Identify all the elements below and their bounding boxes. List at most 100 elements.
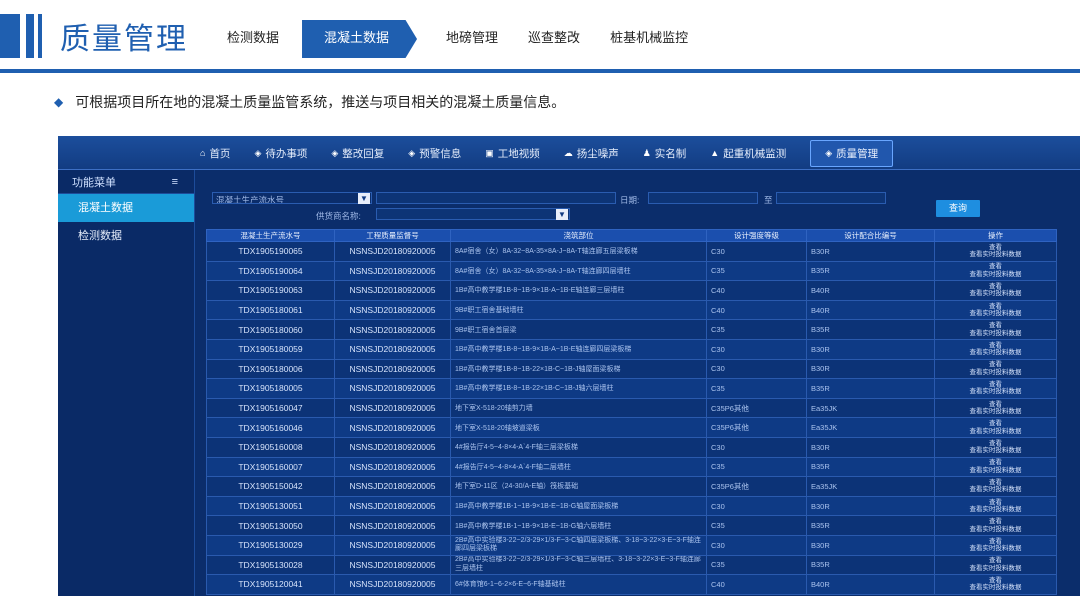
- table-row: TDX1905180061 NSNSJD20180920005 9B#职工宿舍基础墙…: [206, 299, 1057, 321]
- serial-number-cell: TDX1905130029: [206, 534, 335, 556]
- people-icon: ♟: [642, 147, 651, 158]
- operation-cell: 查看 查看实时投料数据: [934, 574, 1057, 595]
- supplier-select[interactable]: [376, 208, 570, 220]
- view-realtime-feed-link[interactable]: 查看实时投料数据: [939, 545, 1052, 553]
- strength-grade-cell: C30: [706, 358, 807, 380]
- nav-rectify-reply[interactable]: ◈ 整改回复: [331, 146, 384, 161]
- view-link[interactable]: 查看: [939, 401, 1052, 409]
- serial-number-cell: TDX1905180061: [206, 299, 335, 321]
- view-link[interactable]: 查看: [939, 303, 1052, 311]
- serial-number-cell: TDX1905190065: [206, 241, 335, 262]
- nav-quality[interactable]: ◈ 质量管理: [810, 139, 894, 167]
- pour-position-cell: 2B#高中实验楼3-22~2/3-29×1/3-F~3-C轴四层梁板梯、3-18…: [450, 534, 707, 556]
- view-link[interactable]: 查看: [939, 557, 1052, 565]
- menu-icon[interactable]: ≡: [172, 176, 178, 188]
- chevron-down-icon[interactable]: ▼: [556, 209, 568, 220]
- view-link[interactable]: 查看: [939, 459, 1052, 467]
- view-realtime-feed-link[interactable]: 查看实时投料数据: [939, 506, 1052, 514]
- tab-concrete-data[interactable]: 混凝土数据: [302, 20, 418, 58]
- serial-number-cell: TDX1905160007: [206, 456, 335, 478]
- date-end-input[interactable]: [776, 192, 886, 204]
- supervision-number-cell: NSNSJD20180920005: [334, 554, 451, 576]
- view-realtime-feed-link[interactable]: 查看实时投料数据: [939, 526, 1052, 534]
- table-row: TDX1905180006 NSNSJD20180920005 1B#高中教学楼1B…: [206, 358, 1057, 380]
- tab-inspection-rectification[interactable]: 巡查整改: [513, 20, 595, 58]
- view-realtime-feed-link[interactable]: 查看实时投料数据: [939, 565, 1052, 573]
- nav-real-name[interactable]: ♟ 实名制: [643, 146, 687, 161]
- view-realtime-feed-link[interactable]: 查看实时投料数据: [939, 349, 1052, 357]
- serial-select[interactable]: [212, 192, 372, 204]
- view-link[interactable]: 查看: [939, 361, 1052, 369]
- supervision-number-cell: NSNSJD20180920005: [334, 338, 451, 360]
- mix-number-cell: B35R: [806, 378, 935, 399]
- column-header: 设计配合比编号: [806, 229, 935, 242]
- mix-number-cell: Ea35JK: [806, 476, 935, 497]
- view-realtime-feed-link[interactable]: 查看实时投料数据: [939, 447, 1052, 455]
- nav-todo[interactable]: ◈ 待办事项: [254, 146, 307, 161]
- pour-position-cell: 8A#宿舍（女）8A-32~8A-35×8A-J~8A-T轴连廊五层梁板梯: [450, 241, 707, 262]
- operation-cell: 查看 查看实时投料数据: [934, 241, 1057, 262]
- view-realtime-feed-link[interactable]: 查看实时投料数据: [939, 369, 1052, 377]
- supervision-number-cell: NSNSJD20180920005: [334, 260, 451, 282]
- chevron-down-icon[interactable]: ▼: [358, 193, 370, 204]
- operation-cell: 查看 查看实时投料数据: [934, 534, 1057, 556]
- view-realtime-feed-link[interactable]: 查看实时投料数据: [939, 428, 1052, 436]
- sidebar-item-detection-data[interactable]: 检测数据: [58, 222, 194, 250]
- table-row: TDX1905130050 NSNSJD20180920005 1B#高中教学楼1B…: [206, 515, 1057, 536]
- sidebar-item-concrete-data[interactable]: 混凝土数据: [58, 194, 194, 222]
- mix-number-cell: B30R: [806, 436, 935, 458]
- mix-number-cell: B30R: [806, 358, 935, 380]
- nav-home[interactable]: ⌂ 首页: [200, 146, 230, 161]
- nav-dust-noise[interactable]: ☁ 扬尘噪声: [564, 146, 619, 161]
- serial-input[interactable]: [376, 192, 616, 204]
- view-realtime-feed-link[interactable]: 查看实时投料数据: [939, 271, 1052, 279]
- strength-grade-cell: C35: [706, 554, 807, 576]
- view-realtime-feed-link[interactable]: 查看实时投料数据: [939, 584, 1052, 592]
- date-start-input[interactable]: [648, 192, 758, 204]
- table-row: TDX1905190065 NSNSJD20180920005 8A#宿舍（女）8A…: [206, 241, 1057, 262]
- cloud-icon: ☁: [563, 147, 573, 158]
- title-bar-mark: [26, 14, 34, 58]
- view-realtime-feed-link[interactable]: 查看实时投料数据: [939, 486, 1052, 494]
- serial-number-cell: TDX1905130050: [206, 515, 335, 536]
- pour-position-cell: 地下室X-518-20轴坡道梁板: [450, 417, 707, 438]
- view-realtime-feed-link[interactable]: 查看实时投料数据: [939, 330, 1052, 338]
- table-row: TDX1905150042 NSNSJD20180920005 地下室D-11区（2…: [206, 476, 1057, 497]
- nav-site-video[interactable]: ▣ 工地视频: [485, 146, 540, 161]
- view-realtime-feed-link[interactable]: 查看实时投料数据: [939, 388, 1052, 396]
- tab-pile-machinery[interactable]: 桩基机械监控: [595, 20, 703, 58]
- column-header: 操作: [934, 229, 1057, 242]
- concrete-quality-app: ⌂ 首页 ◈ 待办事项 ◈ 整改回复 ◈ 预警信息 ▣ 工地视频 ☁ 扬尘噪声 ♟ 实名制 ▲…: [58, 136, 1080, 596]
- pour-position-cell: 1B#高中教学楼1B-8~1B-9×1B-A~1B-E轴连廊四层梁板梯: [450, 338, 707, 360]
- operation-cell: 查看 查看实时投料数据: [934, 338, 1057, 360]
- serial-number-cell: TDX1905130051: [206, 495, 335, 517]
- serial-number-cell: TDX1905160046: [206, 417, 335, 438]
- view-realtime-feed-link[interactable]: 查看实时投料数据: [939, 310, 1052, 318]
- table-row: TDX1905190064 NSNSJD20180920005 8A#宿舍（女）8A…: [206, 260, 1057, 282]
- tab-detection-data[interactable]: 检测数据: [212, 20, 294, 58]
- tab-weighbridge[interactable]: 地磅管理: [431, 20, 513, 58]
- view-realtime-feed-link[interactable]: 查看实时投料数据: [939, 467, 1052, 475]
- pour-position-cell: 1B#高中教学楼1B-1~1B-9×1B-E~1B-G轴屋面梁板梯: [450, 495, 707, 517]
- supervision-number-cell: NSNSJD20180920005: [334, 534, 451, 556]
- view-link[interactable]: 查看: [939, 322, 1052, 330]
- view-link[interactable]: 查看: [939, 518, 1052, 526]
- view-realtime-feed-link[interactable]: 查看实时投料数据: [939, 251, 1052, 259]
- video-icon: ▣: [485, 147, 494, 158]
- query-button[interactable]: 查询: [936, 200, 980, 217]
- nav-crane-monitor[interactable]: ▲ 起重机械监测: [710, 146, 786, 161]
- sidebar-header: 功能菜单 ≡: [58, 170, 194, 194]
- mix-number-cell: B35R: [806, 456, 935, 478]
- view-realtime-feed-link[interactable]: 查看实时投料数据: [939, 408, 1052, 416]
- view-realtime-feed-link[interactable]: 查看实时投料数据: [939, 290, 1052, 298]
- nav-warning[interactable]: ◈ 预警信息: [408, 146, 461, 161]
- table-row: TDX1905120041 NSNSJD20180920005 6#体育馆6-1~6…: [206, 574, 1057, 595]
- supervision-number-cell: NSNSJD20180920005: [334, 476, 451, 497]
- column-header: 混凝土生产流水号: [206, 229, 335, 242]
- serial-number-cell: TDX1905190064: [206, 260, 335, 282]
- mix-number-cell: Ea35JK: [806, 417, 935, 438]
- view-link[interactable]: 查看: [939, 263, 1052, 271]
- view-link[interactable]: 查看: [939, 499, 1052, 507]
- view-link[interactable]: 查看: [939, 420, 1052, 428]
- supervision-number-cell: NSNSJD20180920005: [334, 299, 451, 321]
